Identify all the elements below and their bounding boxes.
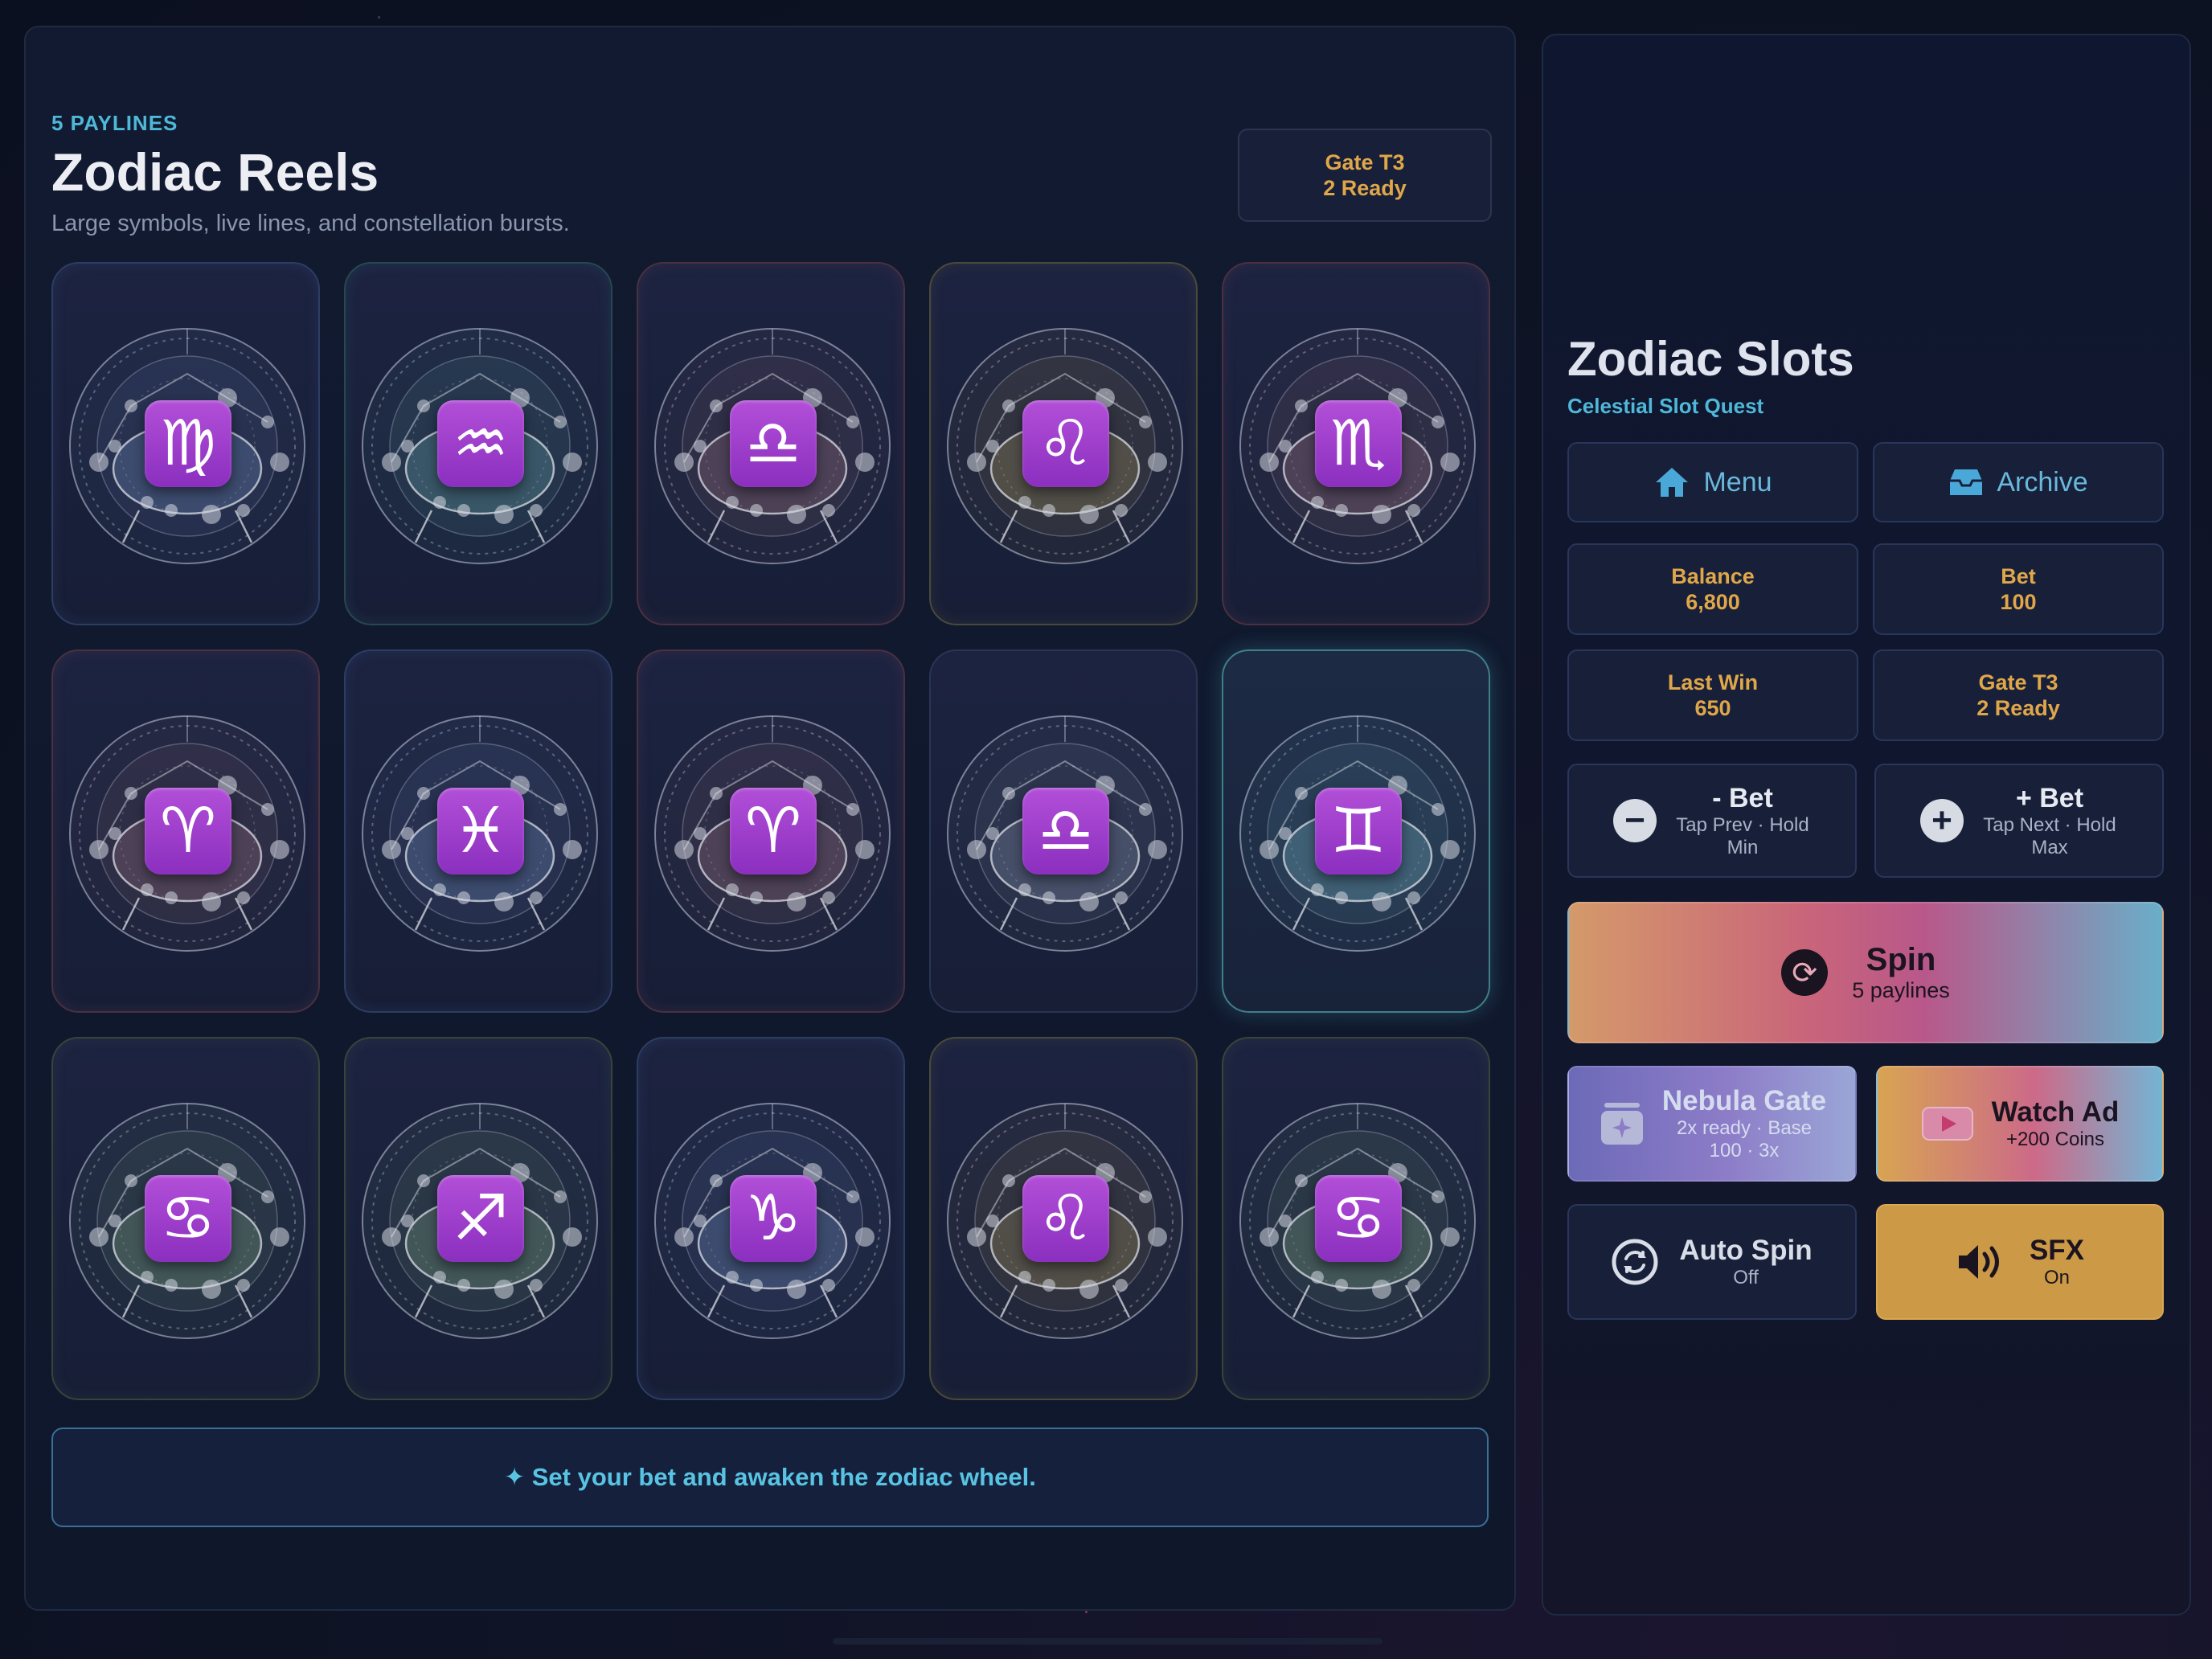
reel-cell: ♋ bbox=[51, 1037, 320, 1400]
zodiac-symbol-icon: ♎ bbox=[730, 400, 817, 487]
zodiac-symbol-icon: ♐ bbox=[437, 1175, 524, 1262]
decrease-bet-hint: Tap Prev · Hold Min bbox=[1676, 813, 1809, 858]
star-decoration bbox=[378, 16, 380, 18]
nebula-gate-label: Nebula Gate bbox=[1661, 1085, 1827, 1116]
nebula-gate-sub: 2x ready · Base 100 · 3x bbox=[1676, 1117, 1813, 1161]
reel-cell: ♐ bbox=[344, 1037, 612, 1400]
gate-stat: Gate T3 2 Ready bbox=[1873, 649, 2164, 741]
game-title: Zodiac Reels bbox=[51, 142, 379, 202]
reel-cell: ♎ bbox=[929, 649, 1198, 1013]
status-message: ✦ Set your bet and awaken the zodiac whe… bbox=[51, 1428, 1489, 1527]
minus-icon: − bbox=[1613, 799, 1657, 842]
reel-cell: ♋ bbox=[1222, 1037, 1490, 1400]
spin-refresh-icon: ⟳ bbox=[1781, 949, 1829, 996]
nebula-box-icon bbox=[1600, 1103, 1643, 1145]
increase-bet-hint: Tap Next · Hold Max bbox=[1983, 813, 2116, 858]
spin-label: Spin bbox=[1866, 942, 1936, 977]
bet-label: Bet bbox=[2001, 564, 2036, 588]
sfx-label: SFX bbox=[2029, 1235, 2085, 1266]
auto-spin-button[interactable]: Auto Spin Off bbox=[1567, 1204, 1857, 1320]
zodiac-symbol-icon: ♒ bbox=[437, 400, 524, 487]
zodiac-symbol-icon: ♍ bbox=[145, 400, 231, 487]
spin-paylines: 5 paylines bbox=[1852, 978, 1950, 1002]
zodiac-symbol-icon: ♊ bbox=[1315, 788, 1402, 875]
zodiac-symbol-icon: ♋ bbox=[145, 1175, 231, 1262]
gate-badge-title: Gate T3 bbox=[1325, 150, 1405, 174]
watch-ad-reward: +200 Coins bbox=[2005, 1129, 2105, 1150]
zodiac-symbol-icon: ♏ bbox=[1315, 400, 1402, 487]
reels-panel: 5 PAYLINES Zodiac Reels Large symbols, l… bbox=[24, 26, 1516, 1611]
menu-button[interactable]: Menu bbox=[1567, 442, 1858, 522]
reel-cell-highlighted: ♊ bbox=[1222, 649, 1490, 1013]
archive-button[interactable]: Archive bbox=[1873, 442, 2164, 522]
increase-bet-label: + Bet bbox=[2015, 782, 2084, 813]
archive-button-label: Archive bbox=[1997, 466, 2088, 498]
last-win-value: 650 bbox=[1694, 696, 1731, 720]
star-decoration bbox=[1085, 1611, 1088, 1613]
increase-bet-button[interactable]: + + Bet Tap Next · Hold Max bbox=[1874, 764, 2164, 878]
auto-spin-label: Auto Spin bbox=[1679, 1235, 1813, 1266]
reel-cell: ♈ bbox=[51, 649, 320, 1013]
app-subtitle: Celestial Slot Quest bbox=[1567, 394, 1764, 418]
zodiac-symbol-icon: ♑ bbox=[730, 1175, 817, 1262]
last-win-stat: Last Win 650 bbox=[1567, 649, 1858, 741]
gate-status-badge: Gate T3 2 Ready bbox=[1238, 129, 1492, 222]
last-win-label: Last Win bbox=[1667, 670, 1759, 694]
nebula-gate-button[interactable]: Nebula Gate 2x ready · Base 100 · 3x bbox=[1567, 1066, 1857, 1182]
menu-button-label: Menu bbox=[1703, 466, 1772, 498]
zodiac-symbol-icon: ♎ bbox=[1022, 788, 1109, 875]
game-subtitle: Large symbols, live lines, and constella… bbox=[51, 211, 570, 236]
home-icon bbox=[1656, 468, 1689, 497]
sfx-toggle-button[interactable]: SFX On bbox=[1876, 1204, 2164, 1320]
zodiac-symbol-icon: ♌ bbox=[1022, 1175, 1109, 1262]
auto-spin-state: Off bbox=[1733, 1267, 1759, 1288]
home-indicator bbox=[833, 1638, 1382, 1645]
gate-badge-status: 2 Ready bbox=[1323, 176, 1407, 200]
reel-cell: ♈ bbox=[637, 649, 905, 1013]
reel-cell: ♌ bbox=[929, 1037, 1198, 1400]
balance-stat: Balance 6,800 bbox=[1567, 543, 1858, 635]
zodiac-symbol-icon: ♈ bbox=[145, 788, 231, 875]
speaker-icon bbox=[1958, 1245, 1999, 1279]
sfx-state: On bbox=[2043, 1267, 2070, 1288]
bet-stat: Bet 100 bbox=[1873, 543, 2164, 635]
reel-cell: ♍ bbox=[51, 262, 320, 625]
zodiac-symbol-icon: ♓ bbox=[437, 788, 524, 875]
decrease-bet-label: - Bet bbox=[1712, 782, 1773, 813]
reel-cell: ♓ bbox=[344, 649, 612, 1013]
gate-label: Gate T3 bbox=[1978, 670, 2058, 694]
zodiac-symbol-icon: ♌ bbox=[1022, 400, 1109, 487]
balance-value: 6,800 bbox=[1686, 590, 1740, 614]
control-sidebar: Zodiac Slots Celestial Slot Quest Menu A… bbox=[1542, 34, 2191, 1616]
watch-ad-label: Watch Ad bbox=[1991, 1096, 2120, 1128]
auto-spin-icon bbox=[1612, 1239, 1658, 1285]
app-title: Zodiac Slots bbox=[1567, 332, 1854, 386]
reel-cell: ♏ bbox=[1222, 262, 1490, 625]
reel-cell: ♒ bbox=[344, 262, 612, 625]
reel-cell: ♎ bbox=[637, 262, 905, 625]
paylines-eyebrow: 5 PAYLINES bbox=[51, 111, 178, 135]
reel-cell: ♌ bbox=[929, 262, 1198, 625]
spin-button[interactable]: ⟳ Spin 5 paylines bbox=[1567, 902, 2164, 1043]
watch-ad-button[interactable]: Watch Ad +200 Coins bbox=[1876, 1066, 2164, 1182]
balance-label: Balance bbox=[1671, 564, 1755, 588]
archive-tray-icon bbox=[1950, 469, 1983, 495]
zodiac-symbol-icon: ♈ bbox=[730, 788, 817, 875]
reel-cell: ♑ bbox=[637, 1037, 905, 1400]
bet-value: 100 bbox=[2000, 590, 2037, 614]
video-play-icon bbox=[1921, 1107, 1973, 1141]
gate-value: 2 Ready bbox=[1976, 696, 2060, 720]
zodiac-symbol-icon: ♋ bbox=[1315, 1175, 1402, 1262]
decrease-bet-button[interactable]: − - Bet Tap Prev · Hold Min bbox=[1567, 764, 1857, 878]
plus-icon: + bbox=[1920, 799, 1964, 842]
